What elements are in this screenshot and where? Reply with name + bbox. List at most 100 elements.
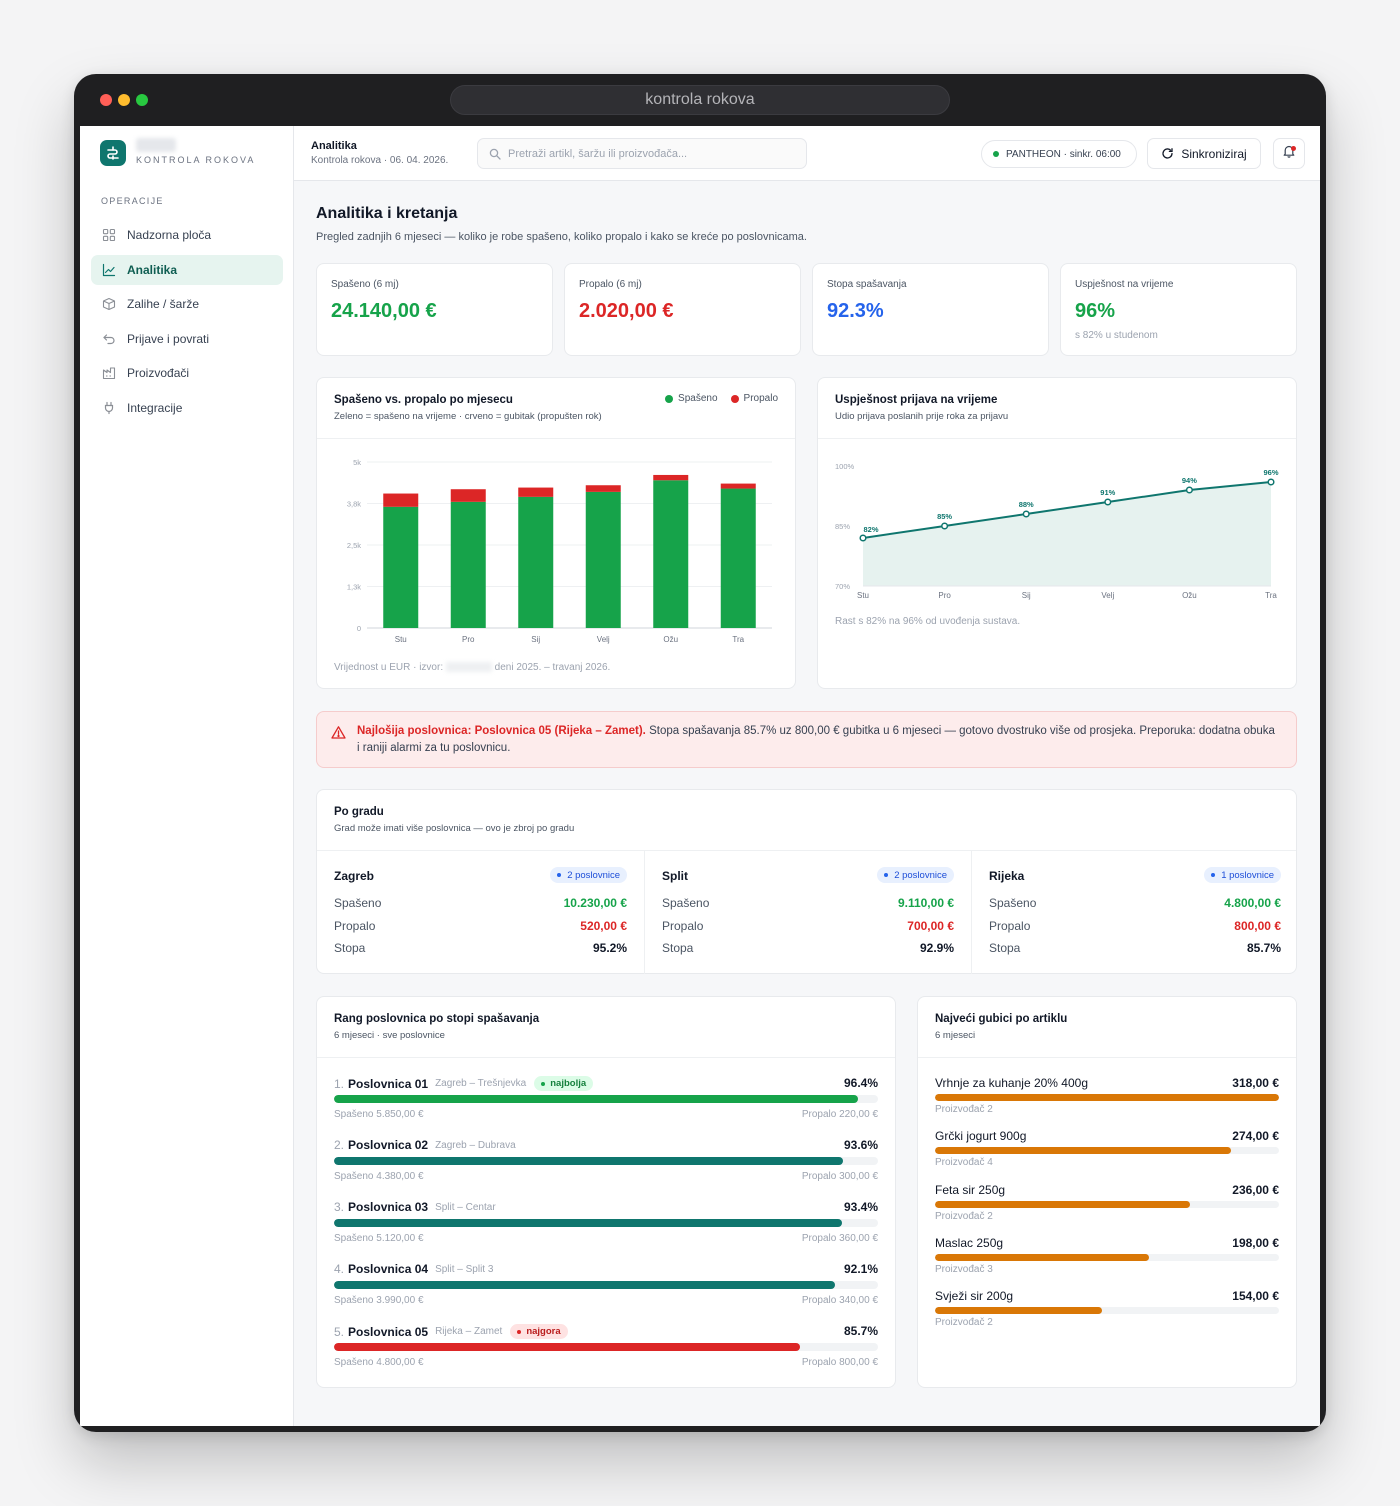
city-stat-label: Stopa: [989, 941, 1021, 955]
ranking-row-header: 4. Poslovnica 04 Split – Split 3: [334, 1262, 878, 1276]
city-stat-value: 520,00 €: [580, 918, 627, 933]
save-rate: 85.7%: [843, 1324, 878, 1338]
close-window-button[interactable]: [100, 94, 112, 106]
legend-item-saved[interactable]: Spašeno: [665, 393, 718, 404]
sidebar-item-factory[interactable]: Proizvođači: [91, 358, 283, 388]
save-rate: 93.6%: [843, 1138, 878, 1152]
bar-saved[interactable]: [585, 491, 621, 628]
bar-lost[interactable]: [653, 474, 689, 481]
address-bar[interactable]: kontrola rokova: [450, 85, 950, 115]
ranking-row-footer: Spašeno 4.380,00 € Propalo 300,00 €: [334, 1171, 878, 1182]
ranking-row[interactable]: 3. Poslovnica 03 Split – Centar 93.4% Spašen…: [334, 1200, 878, 1256]
ranking-row[interactable]: 5. Poslovnica 05 Rijeka – Zamet najgora 85.7…: [334, 1324, 878, 1380]
kpi-value: 24.140,00 €: [331, 300, 437, 322]
bar-saved[interactable]: [450, 501, 486, 628]
data-point[interactable]: [941, 522, 949, 530]
progress-fill: [334, 1095, 859, 1103]
saved-amount: Spašeno 4.380,00 €: [334, 1171, 424, 1182]
branch-count-badge: 2 poslovnice: [550, 867, 627, 883]
city-stat-row: Propalo 520,00 €: [334, 919, 627, 933]
branch-count-text: 2 poslovnice: [894, 869, 947, 881]
sidebar-item-plug[interactable]: Integracije: [91, 393, 283, 423]
data-point[interactable]: [1104, 498, 1112, 506]
x-tick-label: Pro: [938, 591, 951, 600]
ranking-row[interactable]: 4. Poslovnica 04 Split – Split 3 92.1% Spaše…: [334, 1262, 878, 1318]
loss-item[interactable]: Feta sir 250g 236,00 € Proizvođač 2: [935, 1183, 1279, 1235]
minimize-window-button[interactable]: [118, 94, 130, 106]
ranking-row[interactable]: 1. Poslovnica 01 Zagreb – Trešnjevka najbol…: [334, 1076, 878, 1132]
losses-title: Najveći gubici po artiklu: [935, 1013, 1068, 1025]
loss-item[interactable]: Grčki jogurt 900g 274,00 € Proizvođač 4: [935, 1129, 1279, 1181]
x-tick-label: Ožu: [1182, 591, 1197, 600]
on-time-reporting-chart-card: Uspješnost prijava na vrijeme Udio prija…: [817, 377, 1297, 689]
loss-item[interactable]: Vrhnje za kuhanje 20% 400g 318,00 € Proizv…: [935, 1076, 1279, 1128]
bar-saved[interactable]: [383, 506, 419, 628]
sidebar-item-label: Zalihe / šarže: [127, 297, 200, 311]
city-stat-row: Spašeno 4.800,00 €: [989, 896, 1281, 910]
ranking-row-footer: Spašeno 5.120,00 € Propalo 360,00 €: [334, 1233, 878, 1244]
legend-item-lost[interactable]: Propalo: [730, 393, 778, 404]
data-point[interactable]: [1022, 510, 1030, 518]
branch-count-text: 2 poslovnice: [567, 869, 620, 881]
sidebar-item-label: Proizvođači: [127, 366, 190, 380]
maximize-window-button[interactable]: [136, 94, 148, 106]
x-tick-label: Stu: [395, 635, 407, 644]
best-badge: najbolja: [534, 1076, 594, 1091]
bar-saved[interactable]: [518, 496, 554, 628]
bar-lost[interactable]: [383, 493, 419, 507]
progress-fill: [334, 1343, 801, 1351]
badge-text: najbolja: [550, 1078, 587, 1089]
save-rate: 93.4%: [843, 1200, 878, 1214]
saved-vs-lost-chart-card: Spašeno vs. propalo po mjesecu Zeleno = …: [316, 377, 796, 689]
data-label: 85%: [937, 512, 952, 521]
loss-item-header: Vrhnje za kuhanje 20% 400g 318,00 €: [935, 1076, 1279, 1090]
ranking-row[interactable]: 2. Poslovnica 02 Zagreb – Dubrava 93.6% Spaš…: [334, 1138, 878, 1194]
search-box[interactable]: [477, 138, 807, 169]
bar-lost[interactable]: [585, 485, 621, 492]
search-input[interactable]: [508, 147, 788, 160]
ranking-row-header: 3. Poslovnica 03 Split – Centar: [334, 1200, 878, 1214]
data-point[interactable]: [1185, 486, 1193, 494]
saved-amount: Spašeno 5.850,00 €: [334, 1109, 424, 1120]
progress-track: [334, 1157, 878, 1165]
city-stat-label: Stopa: [334, 941, 366, 955]
ranking-row-footer: Spašeno 5.850,00 € Propalo 220,00 €: [334, 1109, 878, 1120]
data-point[interactable]: [1267, 478, 1275, 486]
card-divider: [317, 1057, 895, 1058]
ranking-row-header: 2. Poslovnica 02 Zagreb – Dubrava: [334, 1138, 878, 1152]
footnote-period: deni 2025. – travanj 2026.: [494, 662, 611, 673]
progress-fill: [334, 1219, 843, 1227]
save-rate: 92.1%: [843, 1262, 878, 1276]
branch-location: Zagreb – Dubrava: [435, 1139, 516, 1151]
city-stat-value: 800,00 €: [1234, 918, 1281, 933]
page-title: Analitika i kretanja: [316, 205, 458, 222]
worst-badge: najgora: [510, 1324, 568, 1339]
sidebar-item-return[interactable]: Prijave i povrati: [91, 324, 283, 354]
sidebar-item-box[interactable]: Zalihe / šarže: [91, 289, 283, 319]
bar-saved[interactable]: [653, 480, 689, 628]
city-stat-row: Stopa 95.2%: [334, 941, 627, 955]
top-header: Analitika Kontrola rokova · 06. 04. 2026…: [294, 126, 1320, 181]
bar-lost[interactable]: [450, 489, 486, 502]
bar-lost[interactable]: [720, 483, 756, 489]
ranking-row-header: 5. Poslovnica 05 Rijeka – Zamet najgora: [334, 1324, 878, 1339]
progress-fill: [334, 1157, 844, 1165]
title-bar: kontrola rokova: [74, 74, 1326, 126]
sidebar-item-grid[interactable]: Nadzorna ploča: [91, 220, 283, 250]
app-logo-icon[interactable]: [100, 140, 126, 166]
loss-bar-track: [935, 1253, 1279, 1261]
notifications-button[interactable]: [1273, 138, 1305, 169]
data-point[interactable]: [859, 534, 867, 542]
loss-item[interactable]: Svježi sir 200g 154,00 € Proizvođač 2: [935, 1289, 1279, 1341]
city-stat-row: Propalo 700,00 €: [662, 919, 954, 933]
sidebar-item-chart-line[interactable]: Analitika: [91, 254, 283, 285]
badge-dot-icon: [557, 873, 562, 877]
loss-bar-fill: [935, 1200, 1191, 1208]
bar-lost[interactable]: [518, 487, 554, 497]
bar-saved[interactable]: [720, 488, 756, 628]
loss-item[interactable]: Maslac 250g 198,00 € Proizvođač 3: [935, 1236, 1279, 1288]
box-icon: [102, 297, 116, 311]
x-tick-label: Tra: [732, 635, 744, 644]
sync-button[interactable]: Sinkroniziraj: [1147, 138, 1261, 169]
city-stat-value: 9.110,00 €: [897, 896, 954, 910]
